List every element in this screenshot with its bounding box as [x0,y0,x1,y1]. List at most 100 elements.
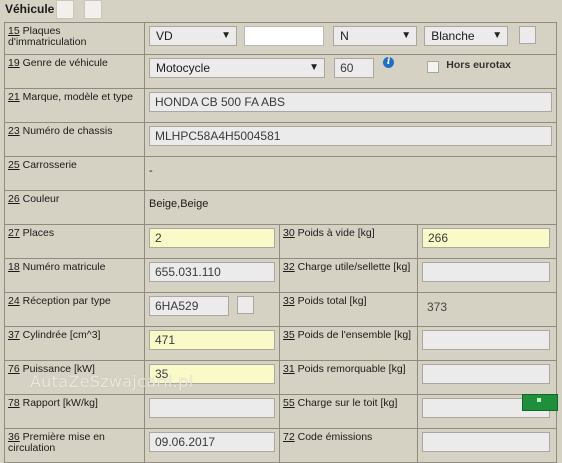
couleur-value: Beige,Beige [149,198,209,210]
reception-input[interactable]: 6HA529 [149,296,229,316]
button-marker-icon [537,398,541,402]
field-number: 19 [8,57,20,69]
field-number: 25 [8,159,20,171]
poids-vide-value-cell: 266 [416,224,558,259]
carrosserie-values: - [143,156,558,191]
premiere-mise-value-cell: 09.06.2017 [144,428,280,463]
field-number: 72 [283,431,295,443]
label-places: 27 Places [4,224,145,259]
row-reception-poids-total: 24 Réception par type 6HA529 33 Poids to… [4,292,558,327]
label-charge-utile: 32 Charge utile/sellette [kg] [279,258,418,293]
label-matricule: 18 Numéro matricule [4,258,145,293]
field-label: Couleur [22,193,60,205]
cylindree-value-cell: 471 [144,326,280,361]
chevron-down-icon: ▼ [309,62,319,73]
field-label: Poids total [kg] [297,295,367,307]
plate-type-select[interactable]: N ▼ [333,26,418,46]
carrosserie-value: - [149,165,153,177]
field-number: 30 [283,227,295,239]
charge-utile-value-cell [416,258,558,293]
field-label: Poids remorquable [kg] [297,363,406,375]
places-input[interactable]: 2 [149,228,275,248]
info-icon[interactable]: i [383,57,395,68]
marque-input[interactable]: HONDA CB 500 FA ABS [149,92,552,112]
canton-value: VD [156,29,173,43]
poids-vide-input[interactable]: 266 [422,228,550,248]
label-code-emissions: 72 Code émissions [279,428,418,463]
label-poids-remorquable: 31 Poids remorquable [kg] [279,360,418,395]
premiere-mise-input[interactable]: 09.06.2017 [149,432,275,452]
poids-ensemble-input[interactable] [422,330,550,350]
chassis-values: MLHPC58A4H5004581 [143,122,558,157]
poids-total-value: 373 [427,300,448,314]
row-mise-circulation-emissions: 36 Première mise en circulation 09.06.20… [4,428,558,463]
poids-remorquable-input[interactable] [422,364,550,384]
label-couleur: 26 Couleur [4,190,145,225]
plate-type-value: N [340,29,349,43]
row-cylindree-ensemble: 37 Cylindrée [cm^3] 471 35 Poids de l'en… [4,326,558,361]
chevron-down-icon: ▼ [221,30,231,41]
genre-code-input[interactable]: 60 [334,58,375,78]
field-number: 76 [8,363,20,375]
plate-checkbox[interactable] [519,26,537,44]
field-number: 21 [8,91,20,103]
field-number: 35 [283,329,295,341]
label-premiere-mise: 36 Première mise en circulation [4,428,145,463]
reception-value-cell: 6HA529 [144,292,280,327]
field-number: 27 [8,227,20,239]
row-rapport-toit: 78 Rapport [kW/kg] 55 Charge sur le toit… [4,394,558,429]
matricule-input[interactable]: 655.031.110 [149,262,275,282]
field-label: Poids de l'ensemble [kg] [297,329,412,341]
field-label: Code émissions [297,431,373,443]
label-genre: 19 Genre de véhicule [4,54,145,89]
field-label: Numéro matricule [22,261,106,273]
genre-values: Motocycle ▼ 60 i Hors eurotax [143,54,558,89]
field-number: 78 [8,397,20,409]
row-chassis: 23 Numéro de chassis MLHPC58A4H5004581 [4,122,558,157]
label-chassis: 23 Numéro de chassis [4,122,145,157]
field-label: Rapport [kW/kg] [22,397,98,409]
field-label: Carrosserie [22,159,77,171]
label-cylindree: 37 Cylindrée [cm^3] [4,326,145,361]
canton-select[interactable]: VD ▼ [149,26,237,46]
plate-number-input[interactable] [244,26,325,46]
header-toggle-1[interactable] [56,0,74,19]
label-poids-vide: 30 Poids à vide [kg] [279,224,418,259]
label-charge-toit: 55 Charge sur le toit [kg] [279,394,418,429]
code-emissions-input[interactable] [422,432,550,452]
submit-button[interactable] [522,394,558,411]
chevron-down-icon: ▼ [492,30,503,41]
plates-values: VD ▼ N ▼ Blanche ▼ [143,22,558,55]
vehicle-form: 15 Plaques d'immatriculation VD ▼ N ▼ Blan… [4,22,558,463]
charge-utile-input[interactable] [422,262,550,282]
rapport-input[interactable] [149,398,275,418]
poids-remorquable-value-cell [416,360,558,395]
field-number: 32 [283,261,295,273]
hors-eurotax-checkbox[interactable] [427,61,440,73]
label-poids-ensemble: 35 Poids de l'ensemble [kg] [279,326,418,361]
field-number: 24 [8,295,20,307]
genre-select[interactable]: Motocycle ▼ [149,58,325,78]
matricule-value-cell: 655.031.110 [144,258,280,293]
watermark: AutaZeSzwajcarii.pl [30,372,194,391]
header-toggle-2[interactable] [84,0,102,19]
field-label: Genre de véhicule [22,57,108,69]
cylindree-input[interactable]: 471 [149,330,275,350]
code-emissions-value-cell [416,428,558,463]
field-label: Charge sur le toit [kg] [297,397,398,409]
field-number: 37 [8,329,20,341]
label-rapport: 78 Rapport [kW/kg] [4,394,145,429]
label-plates: 15 Plaques d'immatriculation [4,22,145,55]
places-value-cell: 2 [144,224,280,259]
label-poids-total: 33 Poids total [kg] [279,292,418,327]
field-label: Places [22,227,55,239]
couleur-values: Beige,Beige [143,190,558,225]
chassis-input[interactable]: MLHPC58A4H5004581 [149,126,552,146]
row-plates: 15 Plaques d'immatriculation VD ▼ N ▼ Blan… [4,22,558,55]
plate-color-select[interactable]: Blanche ▼ [424,26,509,46]
plate-color-value: Blanche [431,29,475,43]
marque-values: HONDA CB 500 FA ABS [143,88,558,123]
reception-checkbox[interactable] [237,296,255,314]
rapport-value-cell [144,394,280,429]
row-couleur: 26 Couleur Beige,Beige [4,190,558,225]
